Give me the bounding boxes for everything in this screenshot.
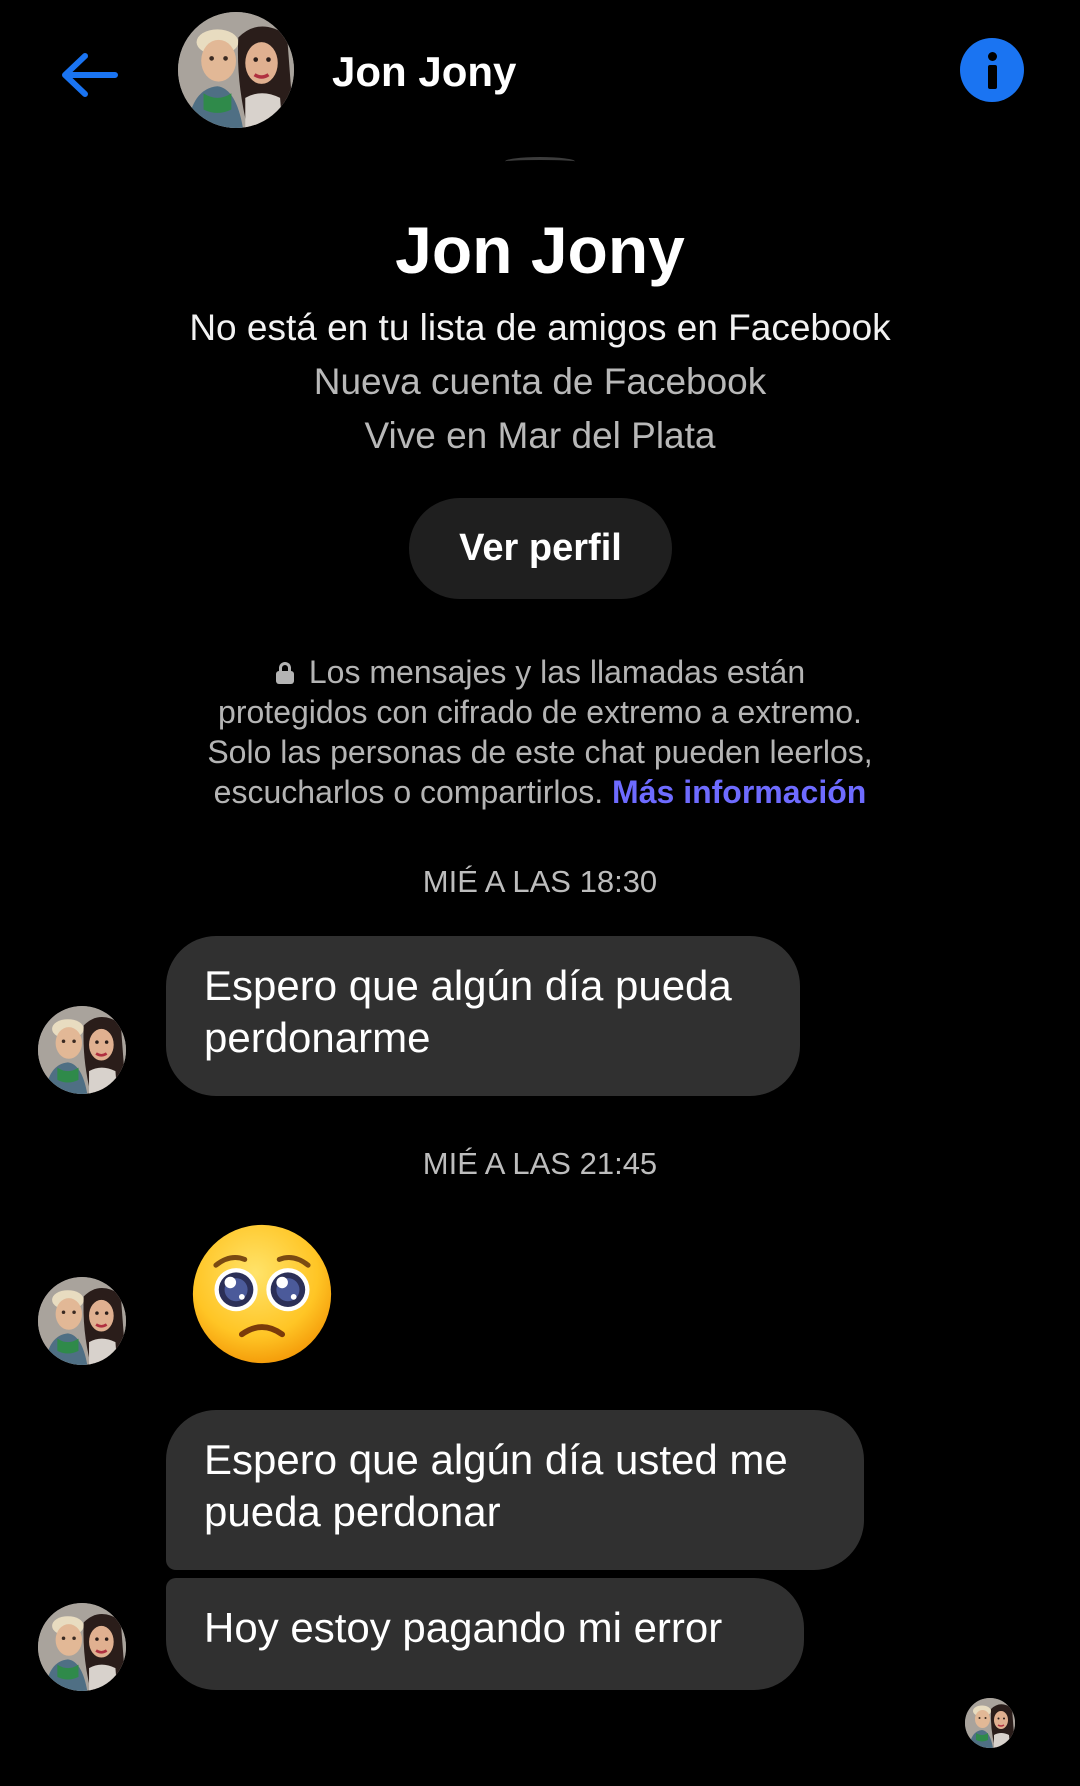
message-timestamp: MIÉ A LAS 18:30 (422, 864, 658, 899)
avatar-image (38, 1006, 126, 1094)
encryption-text-2: protegidos con cifrado de extremo a extr… (218, 694, 862, 730)
emoji-message[interactable] (190, 1222, 334, 1366)
lock-icon (275, 662, 295, 684)
back-button[interactable] (52, 38, 126, 112)
message-text: Hoy estoy pagando mi error (204, 1604, 723, 1651)
avatar-image (965, 1698, 1015, 1748)
message-bubble[interactable]: Hoy estoy pagando mi error (166, 1578, 804, 1690)
message-text: pueda perdonar (204, 1488, 501, 1535)
info-button[interactable] (960, 38, 1024, 102)
pleading-face-emoji (192, 1224, 332, 1364)
encryption-text-4: escucharlos o compartirlos. (213, 774, 604, 810)
message-text: Espero que algún día pueda (204, 962, 732, 1009)
encryption-text-3: Solo las personas de este chat pueden le… (207, 734, 873, 770)
location-text: Vive en Mar del Plata (364, 415, 716, 456)
message-bubble[interactable]: Espero que algún día usted me pueda perd… (166, 1410, 864, 1570)
message-timestamp: MIÉ A LAS 21:45 (422, 1146, 658, 1181)
read-receipt-avatar (965, 1698, 1015, 1748)
contact-avatar[interactable] (178, 12, 294, 128)
profile-name: Jon Jony (395, 213, 685, 287)
encryption-text-1: Los mensajes y las llamadas están (308, 654, 806, 690)
message-bubble[interactable]: Espero que algún día pueda perdonarme (166, 936, 800, 1096)
contact-name[interactable]: Jon Jony (332, 44, 516, 100)
avatar-image (38, 1603, 126, 1691)
message-text: Espero que algún día usted me (204, 1436, 788, 1483)
account-age-text: Nueva cuenta de Facebook (313, 361, 767, 402)
arrow-left-icon (62, 53, 118, 97)
more-info-link[interactable]: Más información (612, 774, 866, 810)
scroll-indicator (505, 157, 575, 166)
avatar-image (38, 1277, 126, 1365)
encryption-notice-line: Los mensajes y las llamadas están (0, 652, 1080, 692)
avatar-image (178, 12, 294, 128)
message-text: perdonarme (204, 1014, 431, 1061)
sender-avatar[interactable] (38, 1277, 126, 1365)
friend-status-text: No está en tu lista de amigos en Faceboo… (189, 307, 891, 348)
view-profile-button[interactable]: Ver perfil (409, 498, 672, 599)
encryption-notice-line: escucharlos o compartirlos. Más informac… (0, 772, 1080, 812)
sender-avatar[interactable] (38, 1006, 126, 1094)
sender-avatar[interactable] (38, 1603, 126, 1691)
